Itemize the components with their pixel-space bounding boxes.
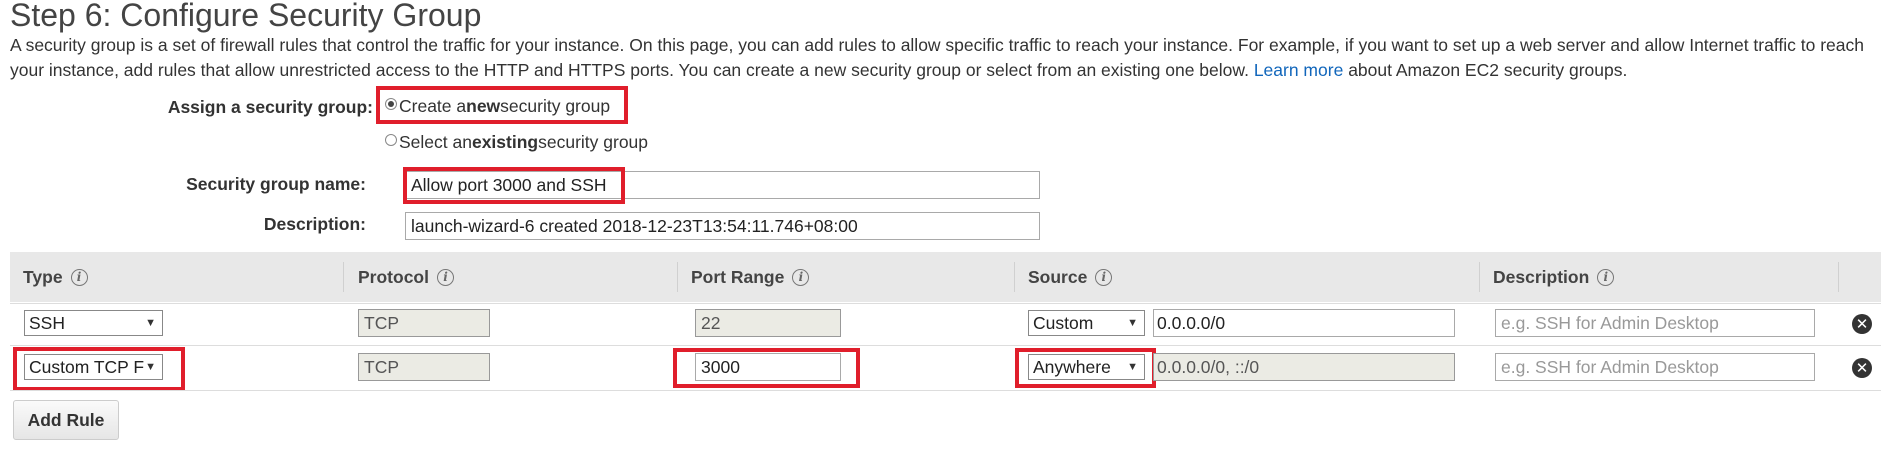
header-divider (1014, 262, 1015, 292)
header-type-label: Type (23, 266, 63, 287)
header-divider (677, 262, 678, 292)
highlight-port-range (673, 348, 860, 388)
radio-button-selected-icon[interactable] (385, 97, 397, 110)
option-new-bold: new (466, 96, 501, 116)
intro-suffix: about Amazon EC2 security groups. (1348, 60, 1628, 80)
type-select[interactable]: Custom TCP F ▼ (24, 354, 163, 380)
delete-rule-icon[interactable]: ✕ (1852, 314, 1872, 334)
header-divider (343, 262, 344, 292)
protocol-field: TCP (358, 353, 490, 381)
header-description-label: Description (1493, 266, 1590, 287)
dropdown-arrow-icon: ▼ (145, 361, 156, 373)
source-cidr-input[interactable]: 0.0.0.0/0 (1153, 309, 1455, 337)
info-icon[interactable]: i (436, 268, 454, 286)
source-select[interactable]: Custom ▼ (1028, 310, 1145, 336)
type-select[interactable]: SSH ▼ (24, 310, 163, 336)
type-select-value: Custom TCP F (29, 357, 145, 377)
info-icon[interactable]: i (70, 268, 88, 286)
row-divider (10, 345, 1881, 346)
option-new-post: security group (500, 96, 611, 116)
dropdown-arrow-icon: ▼ (1127, 317, 1138, 329)
port-range-field: 22 (695, 309, 841, 337)
header-source-label: Source (1028, 266, 1088, 287)
add-rule-button[interactable]: Add Rule (13, 400, 119, 440)
radio-button-unselected-icon[interactable] (385, 133, 397, 146)
info-icon[interactable]: i (792, 268, 810, 286)
source-cidr-field: 0.0.0.0/0, ::/0 (1153, 353, 1455, 381)
learn-more-link[interactable]: Learn more (1254, 60, 1344, 80)
header-port-range-label: Port Range (691, 266, 785, 287)
dropdown-arrow-icon: ▼ (145, 317, 156, 329)
header-divider (1838, 262, 1839, 292)
security-group-name-label: Security group name: (186, 174, 366, 194)
option-new-pre: Create a (399, 96, 467, 116)
radio-select-existing-security-group[interactable]: Select an existing security group (385, 132, 648, 153)
info-icon[interactable]: i (1597, 268, 1615, 286)
page-title: Step 6: Configure Security Group (10, 0, 482, 33)
header-divider (1479, 262, 1480, 292)
protocol-field: TCP (358, 309, 490, 337)
description-input[interactable]: launch-wizard-6 created 2018-12-23T13:54… (405, 212, 1040, 240)
row-divider (10, 390, 1881, 391)
assign-security-group-label: Assign a security group: (167, 97, 373, 117)
header-port-range: Port Range i (691, 252, 810, 302)
highlight-source (1015, 348, 1156, 388)
option-existing-pre: Select an (399, 132, 472, 152)
header-type: Type i (23, 252, 88, 302)
header-protocol-label: Protocol (358, 266, 429, 287)
delete-rule-icon[interactable]: ✕ (1852, 358, 1872, 378)
header-protocol: Protocol i (358, 252, 454, 302)
option-existing-bold: existing (471, 132, 539, 152)
description-label: Description: (263, 214, 366, 234)
header-description: Description i (1493, 252, 1615, 302)
radio-create-new-security-group[interactable]: Create a new security group (385, 96, 610, 117)
option-existing-post: security group (538, 132, 649, 152)
rule-description-input[interactable]: e.g. SSH for Admin Desktop (1495, 353, 1815, 381)
source-select-value: Custom (1033, 313, 1094, 333)
rule-description-input[interactable]: e.g. SSH for Admin Desktop (1495, 309, 1815, 337)
intro-paragraph: A security group is a set of firewall ru… (10, 33, 1870, 83)
row-divider (10, 303, 1881, 304)
header-source: Source i (1028, 252, 1113, 302)
type-select-value: SSH (29, 313, 65, 333)
info-icon[interactable]: i (1095, 268, 1113, 286)
highlight-security-group-name (403, 167, 625, 204)
